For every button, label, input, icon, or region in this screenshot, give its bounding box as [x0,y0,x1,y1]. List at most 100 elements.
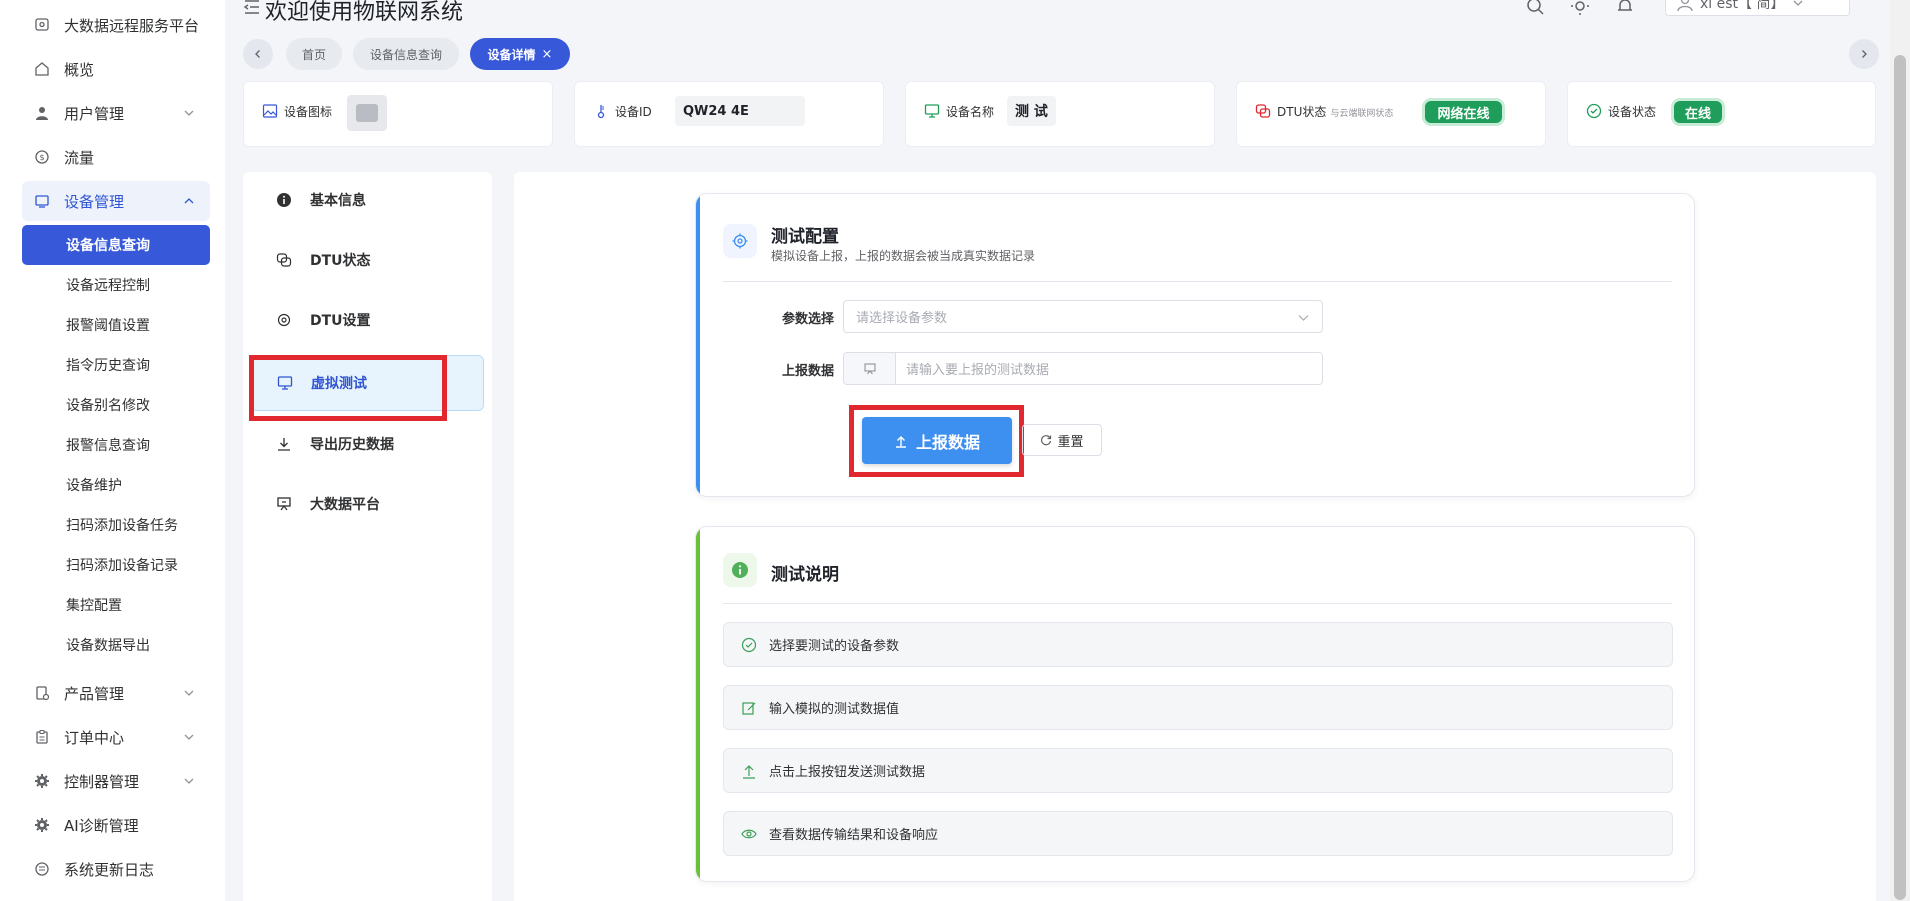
info-label: 设备ID [615,105,652,119]
device-thumbnail[interactable] [347,95,387,131]
edit-icon [742,701,756,715]
monitor-icon [924,104,940,118]
config-description: 模拟设备上报，上报的数据会被当成真实数据记录 [771,249,1036,263]
info-label: 设备状态 [1608,105,1657,119]
menu-collapse-icon[interactable] [243,0,261,16]
chevron-down-icon [184,734,194,740]
info-label: 设备图标 [284,105,333,119]
thermometer-icon [597,105,605,119]
detail-menu-basic-info[interactable]: 基本信息 [251,172,484,228]
tabs-prev-button[interactable] [243,39,273,69]
sidebar-item-label: 订单中心 [64,728,125,747]
info-card-device-icon: 设备图标 [243,81,553,147]
sidebar-item-label: 概览 [64,60,95,79]
sidebar-item-overview[interactable]: 概览 [22,49,210,89]
sidebar-item-controller-mgmt[interactable]: 控制器管理 [22,761,210,801]
info-card-device-id: 设备ID QW24 4E [574,81,884,147]
sidebar-item-user-mgmt[interactable]: 用户管理 [22,93,210,133]
scrollbar-thumb[interactable] [1894,55,1906,900]
detail-menu-label: 大数据平台 [310,497,380,513]
sun-icon[interactable] [1570,0,1590,16]
refresh-icon [1041,435,1052,446]
sidebar-item-platform[interactable]: 大数据远程服务平台 [22,5,210,45]
info-card-dtu-status: DTU状态 与云端联网状态 网络在线 [1236,81,1546,147]
tab-device-detail[interactable]: 设备详情 × [470,38,570,70]
reset-button[interactable]: 重置 [1022,424,1102,456]
guide-step-text: 点击上报按钮发送测试数据 [769,765,926,780]
image-icon [262,104,278,118]
sidebar-item-traffic[interactable]: $ 流量 [22,137,210,177]
sidebar-sub-alarm-threshold[interactable]: 报警阈值设置 [22,305,210,345]
status-badge-online: 在线 [1671,98,1725,126]
sidebar-item-label: 产品管理 [64,684,125,703]
sidebar-sub-device-query[interactable]: 设备信息查询 [22,225,210,265]
info-card-device-status: 设备状态 在线 [1567,81,1876,147]
search-icon[interactable] [1525,0,1545,16]
submit-report-button[interactable]: 上报数据 [862,417,1012,464]
chevron-up-icon [184,198,194,204]
sidebar-sub-maintenance[interactable]: 设备维护 [22,465,210,505]
chevron-right-icon [1862,50,1867,58]
sidebar-item-label: AI诊断管理 [64,816,139,835]
sidebar-item-device-mgmt[interactable]: 设备管理 [22,181,210,221]
device-icon [35,195,49,208]
tab-label: 设备详情 [487,47,536,62]
user-menu[interactable]: xi est【 简】 [1665,0,1850,16]
avatar-icon [1677,0,1693,12]
sidebar-item-label: 系统更新日志 [64,860,155,879]
chevron-down-icon [184,110,194,116]
reset-label: 重置 [1057,434,1084,450]
submit-label: 上报数据 [915,432,980,452]
detail-menu-virtual-test[interactable]: 虚拟测试 [251,355,484,411]
sidebar-item-changelog[interactable]: 系统更新日志 [22,849,210,889]
device-id-value: QW24 4E [675,96,805,126]
detail-menu-label: DTU状态 [310,253,371,269]
status-badge-network: 网络在线 [1422,98,1505,126]
sidebar-sub-command-history[interactable]: 指令历史查询 [22,345,210,385]
sidebar-sub-scan-task[interactable]: 扫码添加设备任务 [22,505,210,545]
tab-home[interactable]: 首页 [286,38,342,70]
test-config-card: 测试配置 模拟设备上报，上报的数据会被当成真实数据记录 参数选择 请选择设备参数… [695,193,1695,497]
sidebar-sub-scan-record[interactable]: 扫码添加设备记录 [22,545,210,585]
sidebar-sub-alarm-query[interactable]: 报警信息查询 [22,425,210,465]
detail-menu-label: 基本信息 [310,193,366,209]
report-data-input[interactable]: 请输入要上报的测试数据 [896,353,1322,384]
sidebar-item-label: 控制器管理 [64,772,140,791]
detail-menu-bigdata[interactable]: 大数据平台 [251,476,484,532]
monitor-icon [277,376,293,390]
monitor-icon [35,18,49,31]
sidebar-item-label: 设备管理 [64,192,125,211]
eye-icon [741,829,757,838]
report-label: 上报数据 [781,364,834,379]
guide-step: 点击上报按钮发送测试数据 [723,748,1673,793]
sidebar-item-label: 流量 [64,148,95,167]
detail-menu-dtu-settings[interactable]: DTU设置 [251,292,484,348]
config-header-icon [723,224,757,258]
sidebar-item-product-mgmt[interactable]: 产品管理 [22,673,210,713]
page-scrollbar[interactable] [1890,0,1910,901]
param-select[interactable]: 请选择设备参数 [843,300,1323,333]
link-icon [1255,104,1271,118]
tab-close-icon[interactable]: × [542,47,553,62]
log-icon [35,862,49,876]
sidebar-item-order-center[interactable]: 订单中心 [22,717,210,757]
detail-menu: 基本信息 DTU状态 DTU设置 虚拟测试 导出历史数据 大数据平台 [243,172,492,901]
check-circle-icon [741,637,757,652]
detail-menu-export-history[interactable]: 导出历史数据 [251,416,484,472]
presentation-icon [863,362,876,374]
sidebar-sub-data-export[interactable]: 设备数据导出 [22,625,210,665]
download-icon [278,438,290,451]
guide-step-text: 查看数据传输结果和设备响应 [769,828,939,843]
main-panel: 测试配置 模拟设备上报，上报的数据会被当成真实数据记录 参数选择 请选择设备参数… [514,172,1876,901]
bell-icon[interactable] [1615,0,1635,16]
top-header: 欢迎使用物联网系统 xi est【 简】 [225,0,1890,30]
sidebar-sub-remote-control[interactable]: 设备远程控制 [22,265,210,305]
sidebar-sub-central-control[interactable]: 集控配置 [22,585,210,625]
tabs-next-button[interactable] [1849,39,1879,69]
sidebar-sub-alias-edit[interactable]: 设备别名修改 [22,385,210,425]
sidebar-item-ai-diag[interactable]: AI诊断管理 [22,805,210,845]
input-prefix [844,353,896,384]
guide-step: 选择要测试的设备参数 [723,622,1673,667]
tab-device-query[interactable]: 设备信息查询 [353,38,459,70]
detail-menu-dtu-status[interactable]: DTU状态 [251,232,484,288]
